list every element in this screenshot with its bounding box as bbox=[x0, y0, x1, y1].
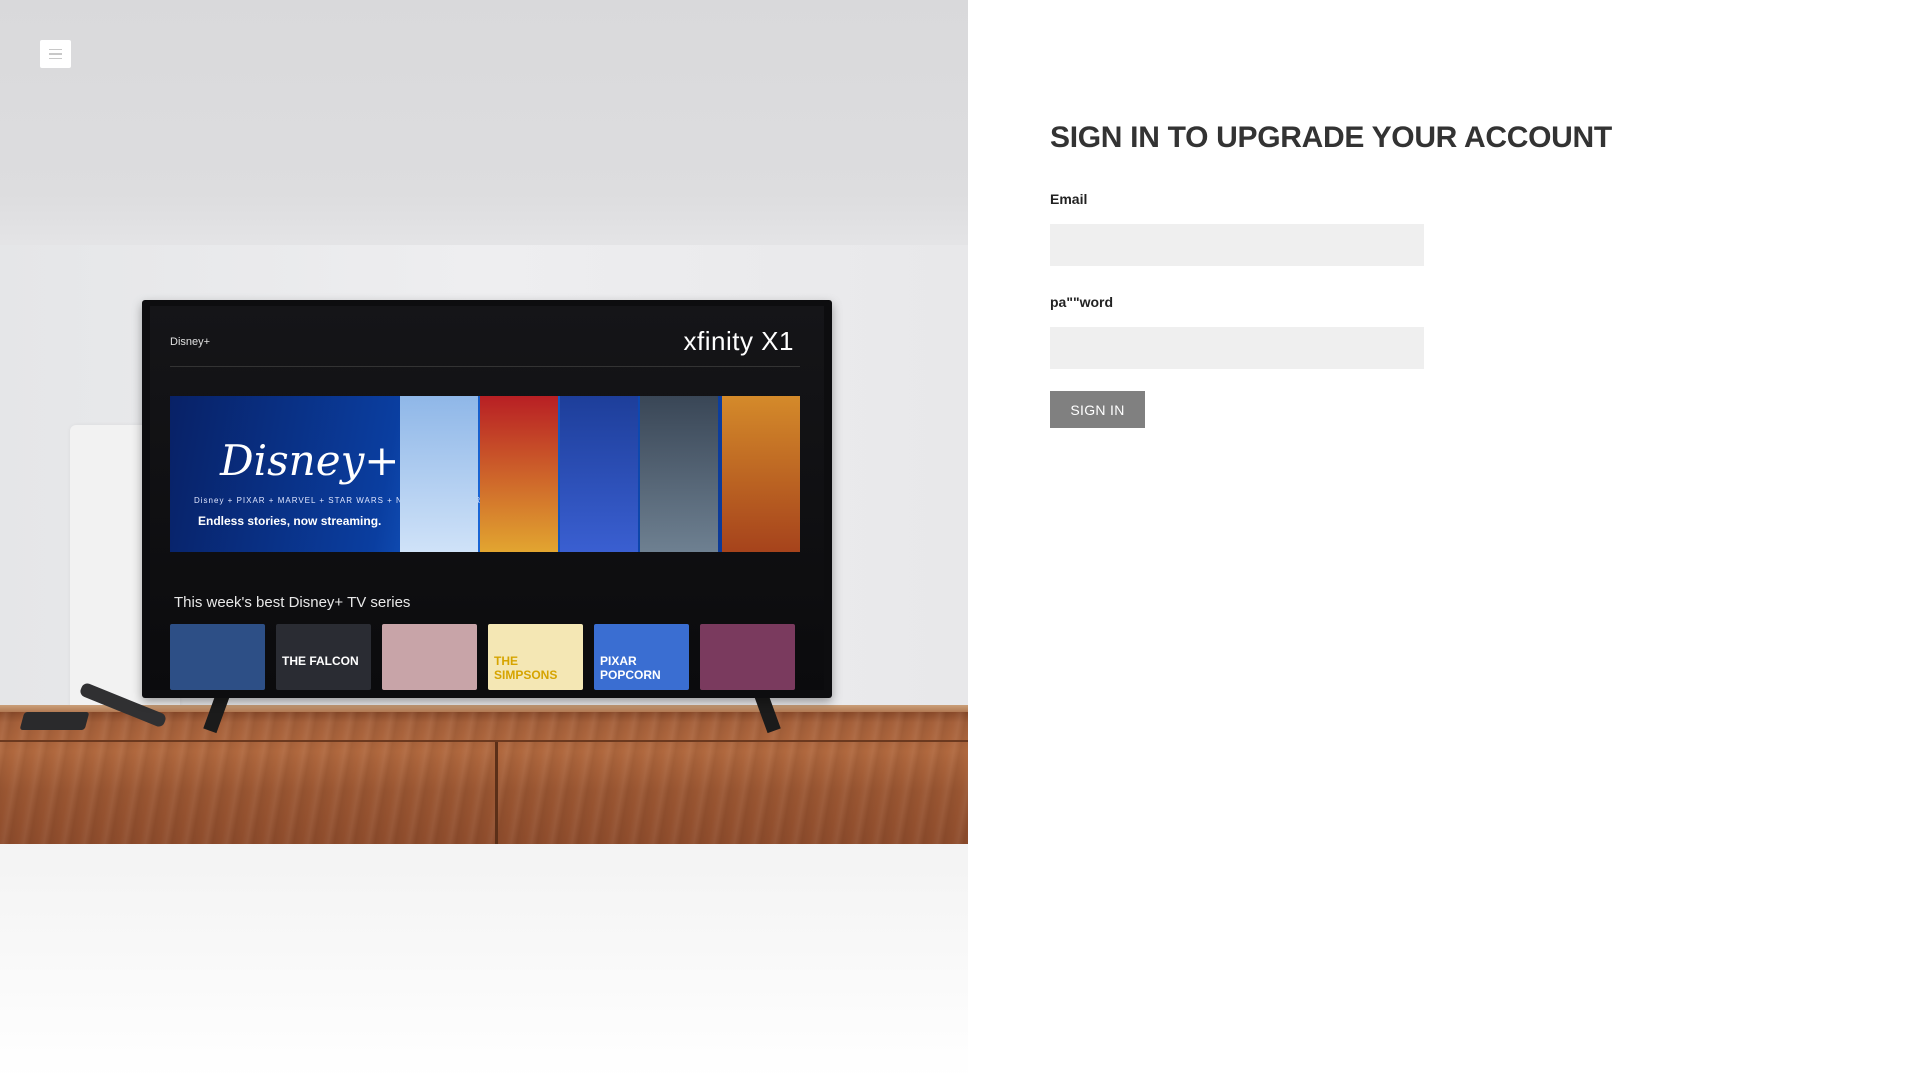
cabinet-door-seam bbox=[495, 742, 498, 844]
tv-thumbnail-label: THE SIMPSONS bbox=[494, 654, 558, 682]
banner-logo: Disney+ bbox=[220, 436, 400, 485]
password-label: pa""word bbox=[1050, 294, 1114, 310]
tv-app-name: Disney+ bbox=[170, 336, 211, 348]
hero-image-panel: Disney+ xfinity X1 Disney+ Disney + PIXA… bbox=[0, 0, 968, 1080]
cabinet-edge bbox=[0, 740, 968, 742]
banner-character bbox=[560, 396, 638, 552]
tv-banner: Disney+ Disney + PIXAR + MARVEL + STAR W… bbox=[170, 396, 800, 552]
tv-thumbnail-label: THE FALCON bbox=[282, 654, 359, 668]
banner-tagline: Endless stories, now streaming. bbox=[198, 514, 382, 528]
banner-character bbox=[640, 396, 718, 552]
tv-row-title: This week's best Disney+ TV series bbox=[174, 594, 411, 611]
tv-thumbnail-label: PIXAR POPCORN bbox=[600, 654, 661, 682]
menu-line bbox=[49, 57, 62, 60]
email-label: Email bbox=[1050, 191, 1088, 207]
tv-thumbnail bbox=[700, 624, 795, 690]
banner-character bbox=[480, 396, 558, 552]
email-field[interactable] bbox=[1050, 224, 1424, 266]
hamburger-menu-icon[interactable] bbox=[40, 40, 71, 68]
page-title: SIGN IN TO UPGRADE YOUR ACCOUNT bbox=[1050, 121, 1612, 154]
tv-thumbnail bbox=[170, 624, 265, 690]
tv-thumbnail: PIXAR POPCORN bbox=[594, 624, 689, 690]
set-top-box bbox=[19, 712, 90, 730]
wood-grain bbox=[0, 712, 968, 844]
menu-line bbox=[49, 48, 62, 51]
television: Disney+ xfinity X1 Disney+ Disney + PIXA… bbox=[142, 300, 832, 698]
tv-thumbnail: THE SIMPSONS bbox=[488, 624, 583, 690]
menu-line bbox=[49, 53, 62, 55]
tv-thumbnail: THE FALCON bbox=[276, 624, 371, 690]
signin-panel: SIGN IN TO UPGRADE YOUR ACCOUNT Email pa… bbox=[968, 0, 1920, 1080]
tv-brand-logo: xfinity X1 bbox=[683, 326, 794, 356]
tv-screen: Disney+ xfinity X1 Disney+ Disney + PIXA… bbox=[150, 306, 824, 690]
tv-thumbnail bbox=[382, 624, 477, 690]
tv-divider bbox=[170, 366, 800, 367]
banner-character bbox=[400, 396, 478, 552]
sign-in-button[interactable]: SIGN IN bbox=[1050, 391, 1145, 428]
banner-character bbox=[722, 396, 800, 552]
password-field[interactable] bbox=[1050, 327, 1424, 369]
